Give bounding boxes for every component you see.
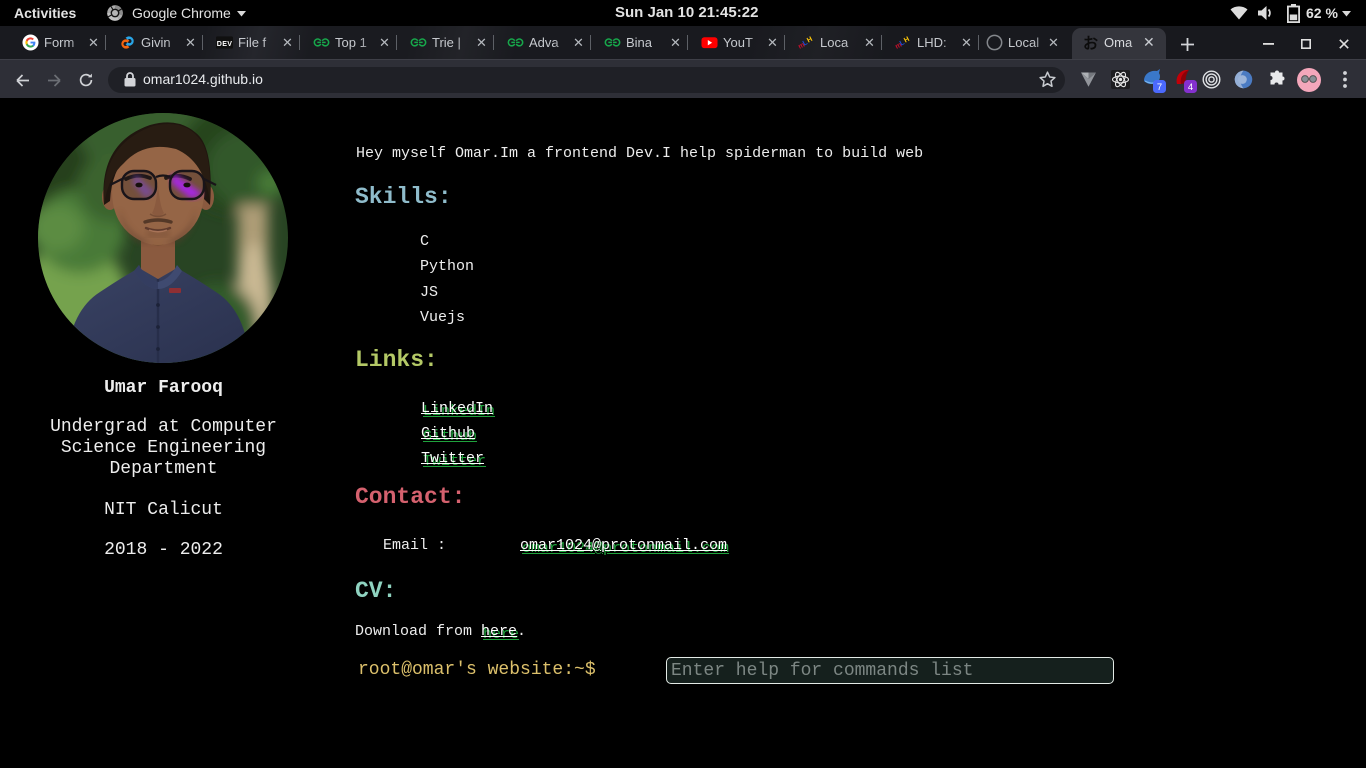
svg-text:7: 7 — [1157, 82, 1162, 93]
svg-text:4: 4 — [1188, 82, 1193, 93]
svg-text:DEV: DEV — [217, 40, 232, 48]
svg-text:お: お — [1083, 36, 1098, 52]
